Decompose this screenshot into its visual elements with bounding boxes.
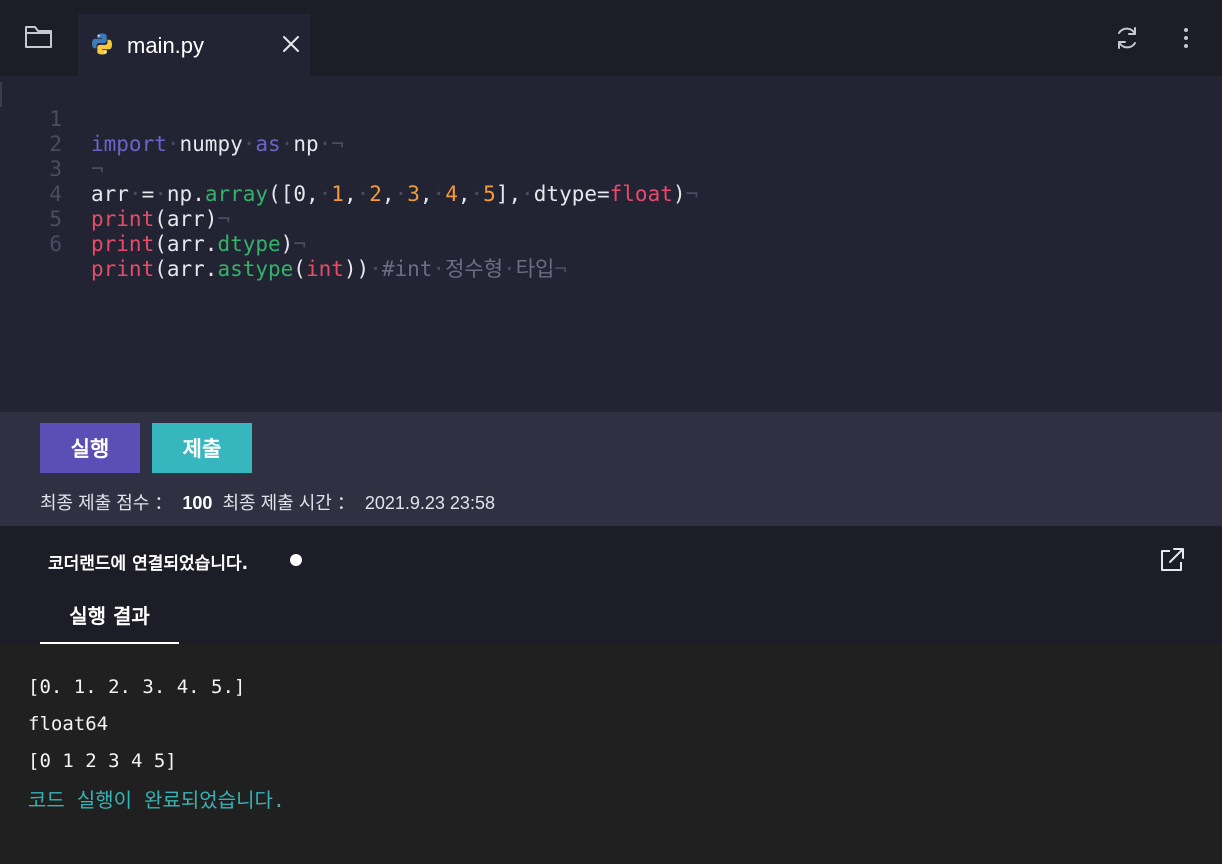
- output-line: [0 1 2 3 4 5]: [28, 750, 177, 772]
- code-token: ·: [369, 257, 382, 281]
- more-vertical-icon[interactable]: [1172, 24, 1200, 52]
- external-link-icon[interactable]: [1157, 545, 1187, 575]
- action-panel: 실행 제출 최종 제출 점수 ： 100 최종 제출 시간 ： 2021.9.2…: [0, 412, 1222, 526]
- code-token: #int: [381, 257, 433, 281]
- code-token: dtype: [217, 232, 281, 256]
- output-line: [0. 1. 2. 3. 4. 5.]: [28, 676, 246, 698]
- execution-complete-message: 코드 실행이 완료되었습니다.: [28, 788, 285, 812]
- tab-run-result[interactable]: 실행 결과: [40, 600, 179, 644]
- code-token: print: [91, 257, 155, 281]
- code-token: 정수형: [445, 257, 504, 281]
- output-console: [0. 1. 2. 3. 4. 5.] float64 [0 1 2 3 4 5…: [0, 644, 1222, 864]
- code-token: ¬: [554, 257, 567, 281]
- code-text[interactable]: print(arr.dtype)¬: [91, 232, 306, 257]
- file-tab-label: main.py: [127, 33, 205, 58]
- code-line[interactable]: 1 import·numpy·as·np·¬: [0, 82, 1222, 156]
- connection-status: 코더랜드에 연결되었습니다.: [48, 554, 249, 574]
- code-token: 타입: [515, 257, 555, 281]
- code-line[interactable]: 3 arr·=·np.array([0,·1,·2,·3,·4,·5],·dty…: [0, 132, 1222, 206]
- code-token: ·: [503, 257, 516, 281]
- code-line[interactable]: 6 print(arr.astype(int))·#int·정수형·타입¬: [0, 207, 1222, 281]
- submission-info: 최종 제출 점수 ： 100 최종 제출 시간 ： 2021.9.23 23:5…: [40, 489, 495, 515]
- code-token: ·: [432, 257, 446, 281]
- time-label: 최종 제출 시간 ：: [222, 493, 355, 513]
- code-token: astype: [217, 257, 294, 281]
- console-header: 코더랜드에 연결되었습니다. 실행 결과: [0, 526, 1222, 644]
- code-token: ¬: [293, 232, 306, 256]
- submit-button[interactable]: 제출: [152, 423, 252, 473]
- tab-run-result-label: 실행 결과: [69, 604, 150, 628]
- folder-icon[interactable]: [24, 24, 54, 50]
- line-number: 6: [49, 232, 62, 256]
- score-label: 최종 제출 점수 ：: [40, 493, 173, 513]
- code-token: )): [343, 257, 370, 281]
- close-icon[interactable]: [281, 34, 301, 54]
- code-token: (arr.: [154, 232, 218, 256]
- file-tab-main-py[interactable]: main.py: [78, 14, 310, 76]
- code-token: ): [280, 232, 294, 256]
- code-line[interactable]: 5 print(arr.dtype)¬: [0, 182, 1222, 256]
- python-icon: [90, 32, 114, 56]
- output-line: float64: [28, 713, 109, 735]
- run-button[interactable]: 실행: [40, 423, 140, 473]
- connection-indicator: [290, 554, 302, 566]
- code-token: (: [293, 257, 306, 281]
- code-token: (arr.: [154, 257, 218, 281]
- code-line[interactable]: 4 print(arr)¬: [0, 157, 1222, 231]
- code-token: print: [91, 232, 155, 256]
- refresh-icon[interactable]: [1113, 24, 1141, 52]
- code-text[interactable]: print(arr.astype(int))·#int·정수형·타입¬: [91, 257, 567, 282]
- time-value: 2021.9.23 23:58: [364, 493, 495, 513]
- code-line[interactable]: 2 ¬: [0, 107, 1222, 181]
- score-value: 100: [182, 493, 213, 513]
- editor-tab-bar: main.py: [0, 0, 1222, 76]
- code-editor[interactable]: 1 import·numpy·as·np·¬ 2 ¬ 3 arr·=·np.ar…: [0, 76, 1222, 412]
- code-token: int: [305, 257, 344, 281]
